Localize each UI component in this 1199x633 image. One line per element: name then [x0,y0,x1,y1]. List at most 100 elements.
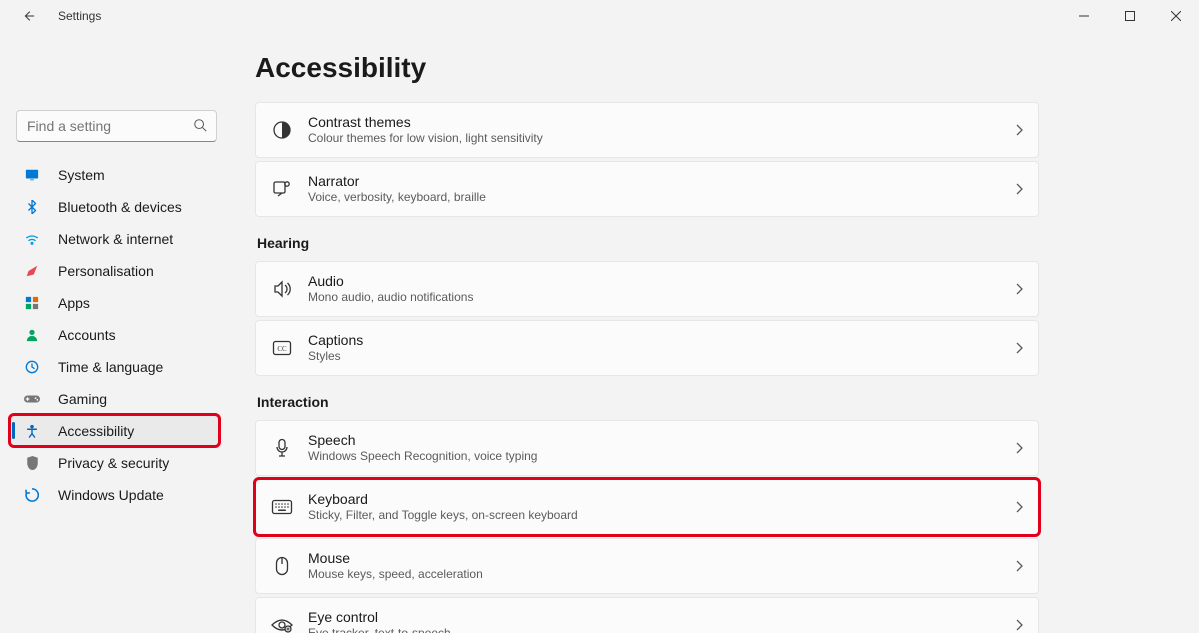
card-text: Captions Styles [308,332,363,363]
sidebar-item-system[interactable]: System [10,159,219,190]
sidebar-item-accounts[interactable]: Accounts [10,319,219,350]
setting-card-speech[interactable]: Speech Windows Speech Recognition, voice… [255,420,1039,476]
card-subtitle: Sticky, Filter, and Toggle keys, on-scre… [308,508,578,522]
card-text: Keyboard Sticky, Filter, and Toggle keys… [308,491,578,522]
sidebar-item-label: Accounts [58,327,116,343]
sidebar-item-apps[interactable]: Apps [10,287,219,318]
minimize-button[interactable] [1061,0,1107,32]
close-icon [1171,11,1181,21]
card-text: Eye control Eye tracker, text-to-speech [308,609,451,633]
sidebar-item-label: Time & language [58,359,163,375]
section-label-hearing: Hearing [257,235,1039,251]
apps-icon [24,295,40,311]
arrow-left-icon [21,9,35,23]
mouse-icon [270,554,294,578]
card-title: Audio [308,273,473,290]
sidebar-item-personalisation[interactable]: Personalisation [10,255,219,286]
keyboard-icon [270,495,294,519]
eye-icon [270,613,294,633]
card-text: Speech Windows Speech Recognition, voice… [308,432,537,463]
card-subtitle: Eye tracker, text-to-speech [308,626,451,633]
chevron-right-icon [1014,619,1024,631]
gaming-icon [24,391,40,407]
setting-card-narrator[interactable]: Narrator Voice, verbosity, keyboard, bra… [255,161,1039,217]
sidebar-item-privacy[interactable]: Privacy & security [10,447,219,478]
sidebar-item-label: Privacy & security [58,455,169,471]
nav: System Bluetooth & devices Network & int… [10,159,219,510]
sidebar: System Bluetooth & devices Network & int… [0,32,229,633]
card-subtitle: Colour themes for low vision, light sens… [308,131,543,145]
card-title: Keyboard [308,491,578,508]
sidebar-item-label: Bluetooth & devices [58,199,182,215]
time-icon [24,359,40,375]
maximize-icon [1125,11,1135,21]
svg-text:CC: CC [277,345,287,353]
window-controls [1061,0,1199,32]
speech-icon [270,436,294,460]
maximize-button[interactable] [1107,0,1153,32]
sidebar-item-accessibility[interactable]: Accessibility [10,415,219,446]
accessibility-icon [24,423,40,439]
sidebar-item-network[interactable]: Network & internet [10,223,219,254]
card-title: Speech [308,432,537,449]
sidebar-item-label: System [58,167,105,183]
sidebar-item-bluetooth[interactable]: Bluetooth & devices [10,191,219,222]
sidebar-item-timelang[interactable]: Time & language [10,351,219,382]
chevron-right-icon [1014,442,1024,454]
search-icon [193,118,207,132]
network-icon [24,231,40,247]
system-icon [24,167,40,183]
search-input[interactable] [16,110,217,142]
card-subtitle: Voice, verbosity, keyboard, braille [308,190,486,204]
privacy-icon [24,455,40,471]
card-title: Narrator [308,173,486,190]
card-title: Eye control [308,609,451,626]
sidebar-item-label: Apps [58,295,90,311]
sidebar-item-label: Network & internet [58,231,173,247]
audio-icon [270,277,294,301]
setting-card-captions[interactable]: CC Captions Styles [255,320,1039,376]
chevron-right-icon [1014,342,1024,354]
setting-card-keyboard[interactable]: Keyboard Sticky, Filter, and Toggle keys… [255,479,1039,535]
titlebar: Settings [0,0,1199,32]
close-button[interactable] [1153,0,1199,32]
back-button[interactable] [16,4,40,28]
card-subtitle: Mouse keys, speed, acceleration [308,567,483,581]
search-wrap [16,110,217,142]
card-text: Contrast themes Colour themes for low vi… [308,114,543,145]
card-text: Audio Mono audio, audio notifications [308,273,473,304]
card-subtitle: Windows Speech Recognition, voice typing [308,449,537,463]
update-icon [24,487,40,503]
chevron-right-icon [1014,124,1024,136]
chevron-right-icon [1014,560,1024,572]
minimize-icon [1079,11,1089,21]
sidebar-item-gaming[interactable]: Gaming [10,383,219,414]
captions-icon: CC [270,336,294,360]
section-label-interaction: Interaction [257,394,1039,410]
app-title: Settings [58,9,101,23]
bluetooth-icon [24,199,40,215]
sidebar-item-label: Accessibility [58,423,134,439]
accounts-icon [24,327,40,343]
main: Accessibility Contrast themes Colour the… [229,32,1199,633]
sidebar-item-label: Gaming [58,391,107,407]
card-text: Narrator Voice, verbosity, keyboard, bra… [308,173,486,204]
chevron-right-icon [1014,283,1024,295]
setting-card-contrast[interactable]: Contrast themes Colour themes for low vi… [255,102,1039,158]
setting-card-eye[interactable]: Eye control Eye tracker, text-to-speech [255,597,1039,633]
contrast-icon [270,118,294,142]
card-subtitle: Mono audio, audio notifications [308,290,473,304]
card-text: Mouse Mouse keys, speed, acceleration [308,550,483,581]
card-subtitle: Styles [308,349,363,363]
card-title: Mouse [308,550,483,567]
sidebar-item-label: Personalisation [58,263,154,279]
brush-icon [24,263,40,279]
chevron-right-icon [1014,183,1024,195]
setting-card-audio[interactable]: Audio Mono audio, audio notifications [255,261,1039,317]
sidebar-item-update[interactable]: Windows Update [10,479,219,510]
narrator-icon [270,177,294,201]
setting-card-mouse[interactable]: Mouse Mouse keys, speed, acceleration [255,538,1039,594]
chevron-right-icon [1014,501,1024,513]
page-title: Accessibility [255,52,1039,84]
sidebar-item-label: Windows Update [58,487,164,503]
